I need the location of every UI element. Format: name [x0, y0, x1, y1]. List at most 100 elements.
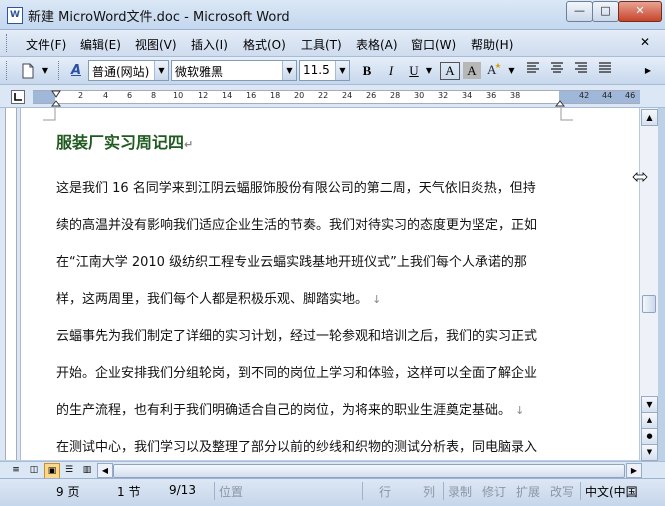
- menu-view[interactable]: 视图(V): [135, 36, 177, 53]
- next-page-icon[interactable]: ▼: [641, 444, 658, 461]
- close-document-button[interactable]: ✕: [640, 35, 650, 49]
- close-window-button[interactable]: ✕: [618, 1, 662, 22]
- normal-view-icon[interactable]: ≡: [9, 463, 23, 477]
- scroll-left-button[interactable]: ◀: [97, 463, 113, 478]
- document-heading[interactable]: 服装厂实习周记四↵: [56, 129, 193, 153]
- ruler-tick: 22: [318, 91, 329, 100]
- bold-button[interactable]: B: [358, 61, 376, 80]
- menu-file[interactable]: 文件(F): [26, 36, 66, 53]
- status-overtype-toggle[interactable]: 改写: [550, 483, 574, 500]
- scroll-up-button[interactable]: ▲: [641, 109, 658, 126]
- styles-formatting-icon[interactable]: A: [66, 61, 86, 80]
- svg-text:A: A: [487, 62, 497, 77]
- align-right-icon[interactable]: [571, 61, 591, 80]
- font-select-value: 微软雅黑: [175, 65, 224, 79]
- text-effects-dropdown-icon[interactable]: ▼: [507, 61, 516, 80]
- character-border-button[interactable]: A: [440, 62, 460, 80]
- chevron-down-icon[interactable]: ▼: [154, 61, 168, 80]
- body-line[interactable]: 开始。企业安排我们分组轮岗，到不同的岗位上学习和体验，这样可以全面了解企业: [56, 362, 537, 381]
- body-line[interactable]: 在测试中心，我们学习以及整理了部分以前的纱线和织物的测试分析表，同电脑录入: [56, 436, 537, 455]
- character-shading-button[interactable]: A: [463, 62, 481, 79]
- status-line: 行: [379, 485, 392, 499]
- vertical-ruler[interactable]: [0, 108, 21, 460]
- status-track-changes-toggle[interactable]: 修订: [482, 483, 506, 500]
- chevron-down-icon[interactable]: ▼: [282, 61, 296, 80]
- toolbar-grip-handle-2[interactable]: [58, 61, 62, 80]
- ruler-tick: 12: [198, 91, 209, 100]
- ruler-tick: 38: [510, 91, 521, 100]
- status-extend-toggle[interactable]: 扩展: [516, 483, 540, 500]
- status-record-toggle[interactable]: 录制: [448, 483, 472, 500]
- justify-icon[interactable]: [595, 61, 615, 80]
- print-layout-icon[interactable]: ▣: [44, 463, 60, 479]
- ruler-tick: 18: [270, 91, 281, 100]
- chevron-down-icon[interactable]: ▼: [335, 61, 349, 80]
- word-app-icon[interactable]: W: [7, 7, 23, 24]
- menu-table[interactable]: 表格(A): [356, 36, 398, 53]
- web-layout-icon[interactable]: ◫: [27, 463, 41, 477]
- text-effects-icon[interactable]: A: [486, 61, 504, 80]
- tab-selector-icon[interactable]: [11, 90, 25, 104]
- scroll-thumb[interactable]: [642, 295, 656, 313]
- align-left-icon[interactable]: [523, 61, 543, 80]
- vertical-scrollbar[interactable]: ▲ ▼ ▲ ● ▼: [632, 108, 658, 461]
- italic-button[interactable]: I: [382, 61, 400, 80]
- body-line[interactable]: 续的高温并没有影响我们适应企业生活的节奏。我们对待实习的态度更为坚定，正如: [56, 214, 537, 233]
- status-column: 列: [423, 485, 436, 499]
- horizontal-ruler[interactable]: 2 4 6 8 10 12 14 16 18 20 22 24 26 28 30…: [0, 85, 665, 108]
- menu-help[interactable]: 帮助(H): [471, 36, 513, 53]
- menu-insert[interactable]: 插入(I): [191, 36, 228, 53]
- style-select[interactable]: 普通(网站) ▼: [88, 60, 169, 81]
- menu-format[interactable]: 格式(O): [243, 36, 286, 53]
- font-size-select[interactable]: 11.5 ▼: [299, 60, 350, 81]
- maximize-button[interactable]: □: [592, 1, 619, 22]
- status-position: 位置: [219, 485, 244, 499]
- toolbar-grip-handle[interactable]: [6, 61, 10, 80]
- body-line[interactable]: 在“江南大学 2010 级纺织工程专业云蝠实践基地开班仪式”上我们每个人承诺的那: [56, 251, 527, 270]
- body-line[interactable]: 云蝠事先为我们制定了详细的实习计划，经过一轮参观和培训之后，我们的实习正式: [56, 325, 537, 344]
- status-section: 1 节: [117, 485, 141, 499]
- status-language[interactable]: 中文(中国: [585, 483, 638, 500]
- status-page: 9 页: [56, 485, 80, 499]
- minimize-button[interactable]: —: [566, 1, 593, 22]
- menu-window[interactable]: 窗口(W): [411, 36, 456, 53]
- vertical-ruler-strip: [5, 108, 17, 460]
- scroll-right-button[interactable]: ▶: [626, 463, 642, 478]
- style-select-value: 普通(网站): [92, 65, 150, 79]
- menu-tools[interactable]: 工具(T): [301, 36, 342, 53]
- underline-button[interactable]: U: [405, 61, 423, 80]
- mouse-cursor-icon: [632, 171, 648, 185]
- outline-view-icon[interactable]: ☰: [62, 463, 76, 477]
- margin-corner-mark: [560, 108, 573, 121]
- body-line[interactable]: 的生产流程，也有利于我们明确适合自己的岗位，为将来的职业生涯奠定基础。 ↓: [56, 399, 524, 418]
- font-select[interactable]: 微软雅黑 ▼: [171, 60, 297, 81]
- ruler-tick: 32: [438, 91, 449, 100]
- margin-corner-mark: [43, 108, 56, 121]
- horizontal-scroll-thumb[interactable]: [113, 464, 625, 478]
- ruler-tick: 46: [625, 91, 636, 100]
- select-browse-object-icon[interactable]: ●: [641, 428, 658, 445]
- status-separator: [214, 482, 215, 500]
- ruler-tick: 2: [78, 91, 84, 100]
- new-document-dropdown-icon[interactable]: ▼: [40, 61, 50, 80]
- reading-layout-icon[interactable]: ▥: [80, 463, 94, 477]
- ruler-tick: 36: [486, 91, 497, 100]
- align-center-icon[interactable]: [547, 61, 567, 80]
- status-bar: 9 页 1 节 9/13 位置 行 列 录制 修订 扩展 改写 中文(中国: [0, 478, 665, 506]
- ruler-tick: 10: [173, 91, 184, 100]
- ruler-tick: 8: [151, 91, 157, 100]
- body-line[interactable]: 样，这两周里，我们每个人都是积极乐观、脚踏实地。 ↓: [56, 288, 381, 307]
- menu-grip-handle[interactable]: [6, 34, 10, 52]
- previous-page-icon[interactable]: ▲: [641, 412, 658, 429]
- horizontal-scrollbar-area: ≡ ◫ ▣ ☰ ▥ ◀ ▶: [0, 461, 665, 479]
- document-page[interactable]: 服装厂实习周记四↵ 这是我们 16 名同学来到江阴云蝠服饰股份有限公司的第二周，…: [21, 108, 639, 460]
- document-heading-text: 服装厂实习周记四: [56, 133, 185, 152]
- ruler-tick: 42: [579, 91, 590, 100]
- toolbar-options-chevron-icon[interactable]: ▶: [642, 61, 654, 80]
- menu-edit[interactable]: 编辑(E): [80, 36, 121, 53]
- status-separator: [580, 482, 581, 500]
- underline-dropdown-icon[interactable]: ▼: [424, 61, 434, 80]
- new-document-icon[interactable]: [18, 61, 38, 80]
- scroll-down-button[interactable]: ▼: [641, 396, 658, 413]
- body-line[interactable]: 这是我们 16 名同学来到江阴云蝠服饰股份有限公司的第二周，天气依旧炎热，但持: [56, 177, 536, 196]
